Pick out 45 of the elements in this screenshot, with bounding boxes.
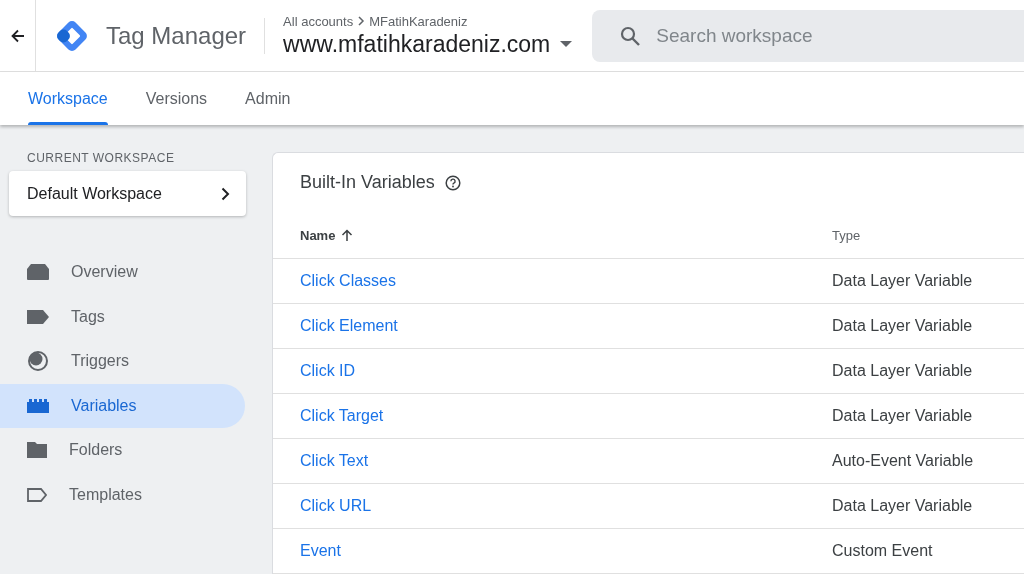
- type-cell: Data Layer Variable: [832, 497, 973, 515]
- chevron-right-icon: [221, 186, 230, 201]
- trigger-icon: [27, 350, 49, 373]
- variable-link[interactable]: Event: [300, 542, 832, 560]
- product-name: Tag Manager: [106, 21, 247, 50]
- sidebar-item[interactable]: Templates: [0, 472, 245, 517]
- tag-icon: [27, 309, 49, 324]
- column-header[interactable]: Type: [832, 227, 861, 243]
- type-cell: Auto-Event Variable: [832, 452, 974, 470]
- type-cell: Custom Event: [832, 542, 933, 560]
- card-title: Built-In Variables: [300, 172, 435, 194]
- workspace-selector[interactable]: Default Workspace: [9, 171, 246, 216]
- type-cell: Data Layer Variable: [832, 272, 973, 290]
- search-field[interactable]: Search workspace: [592, 9, 1024, 62]
- folder-icon: [27, 442, 47, 459]
- sort-arrow-icon: [341, 229, 354, 242]
- type-cell: Data Layer Variable: [832, 317, 973, 335]
- nav-tab[interactable]: Admin: [227, 72, 309, 125]
- sidebar-item[interactable]: Triggers: [0, 339, 245, 384]
- help-icon[interactable]: [444, 174, 461, 191]
- variable-link[interactable]: Click Target: [300, 407, 832, 425]
- tray-icon: [27, 264, 49, 281]
- sidebar-item[interactable]: Folders: [0, 428, 245, 473]
- dropdown-caret-icon: [560, 41, 573, 47]
- breadcrumb-link[interactable]: All accounts: [283, 13, 354, 29]
- back-arrow-icon: [10, 28, 25, 43]
- variable-link[interactable]: Click URL: [300, 497, 832, 515]
- nav-tab[interactable]: Versions: [127, 72, 226, 125]
- variable-link[interactable]: Click Text: [300, 452, 832, 470]
- type-cell: Data Layer Variable: [832, 407, 973, 425]
- nav-tab[interactable]: Workspace: [10, 72, 126, 125]
- variable-link[interactable]: Click ID: [300, 362, 832, 380]
- sidebar-item[interactable]: Tags: [0, 294, 245, 339]
- section-label: CURRENT WORKSPACE: [27, 151, 176, 165]
- type-cell: Data Layer Variable: [832, 362, 973, 380]
- variable-link[interactable]: Click Element: [300, 317, 832, 335]
- variable-link[interactable]: Click Classes: [300, 272, 832, 290]
- tag-outline-icon: [27, 487, 47, 502]
- blocks-icon: [27, 398, 49, 413]
- container-selector[interactable]: www.mfatihkaradeniz.com: [283, 30, 573, 58]
- account-name[interactable]: MFatihKaradeniz: [369, 13, 468, 29]
- sidebar-item[interactable]: Variables: [0, 383, 245, 428]
- chevron-right-icon: [357, 16, 366, 26]
- sidebar-item[interactable]: Overview: [0, 250, 245, 295]
- column-header[interactable]: Name: [300, 227, 832, 243]
